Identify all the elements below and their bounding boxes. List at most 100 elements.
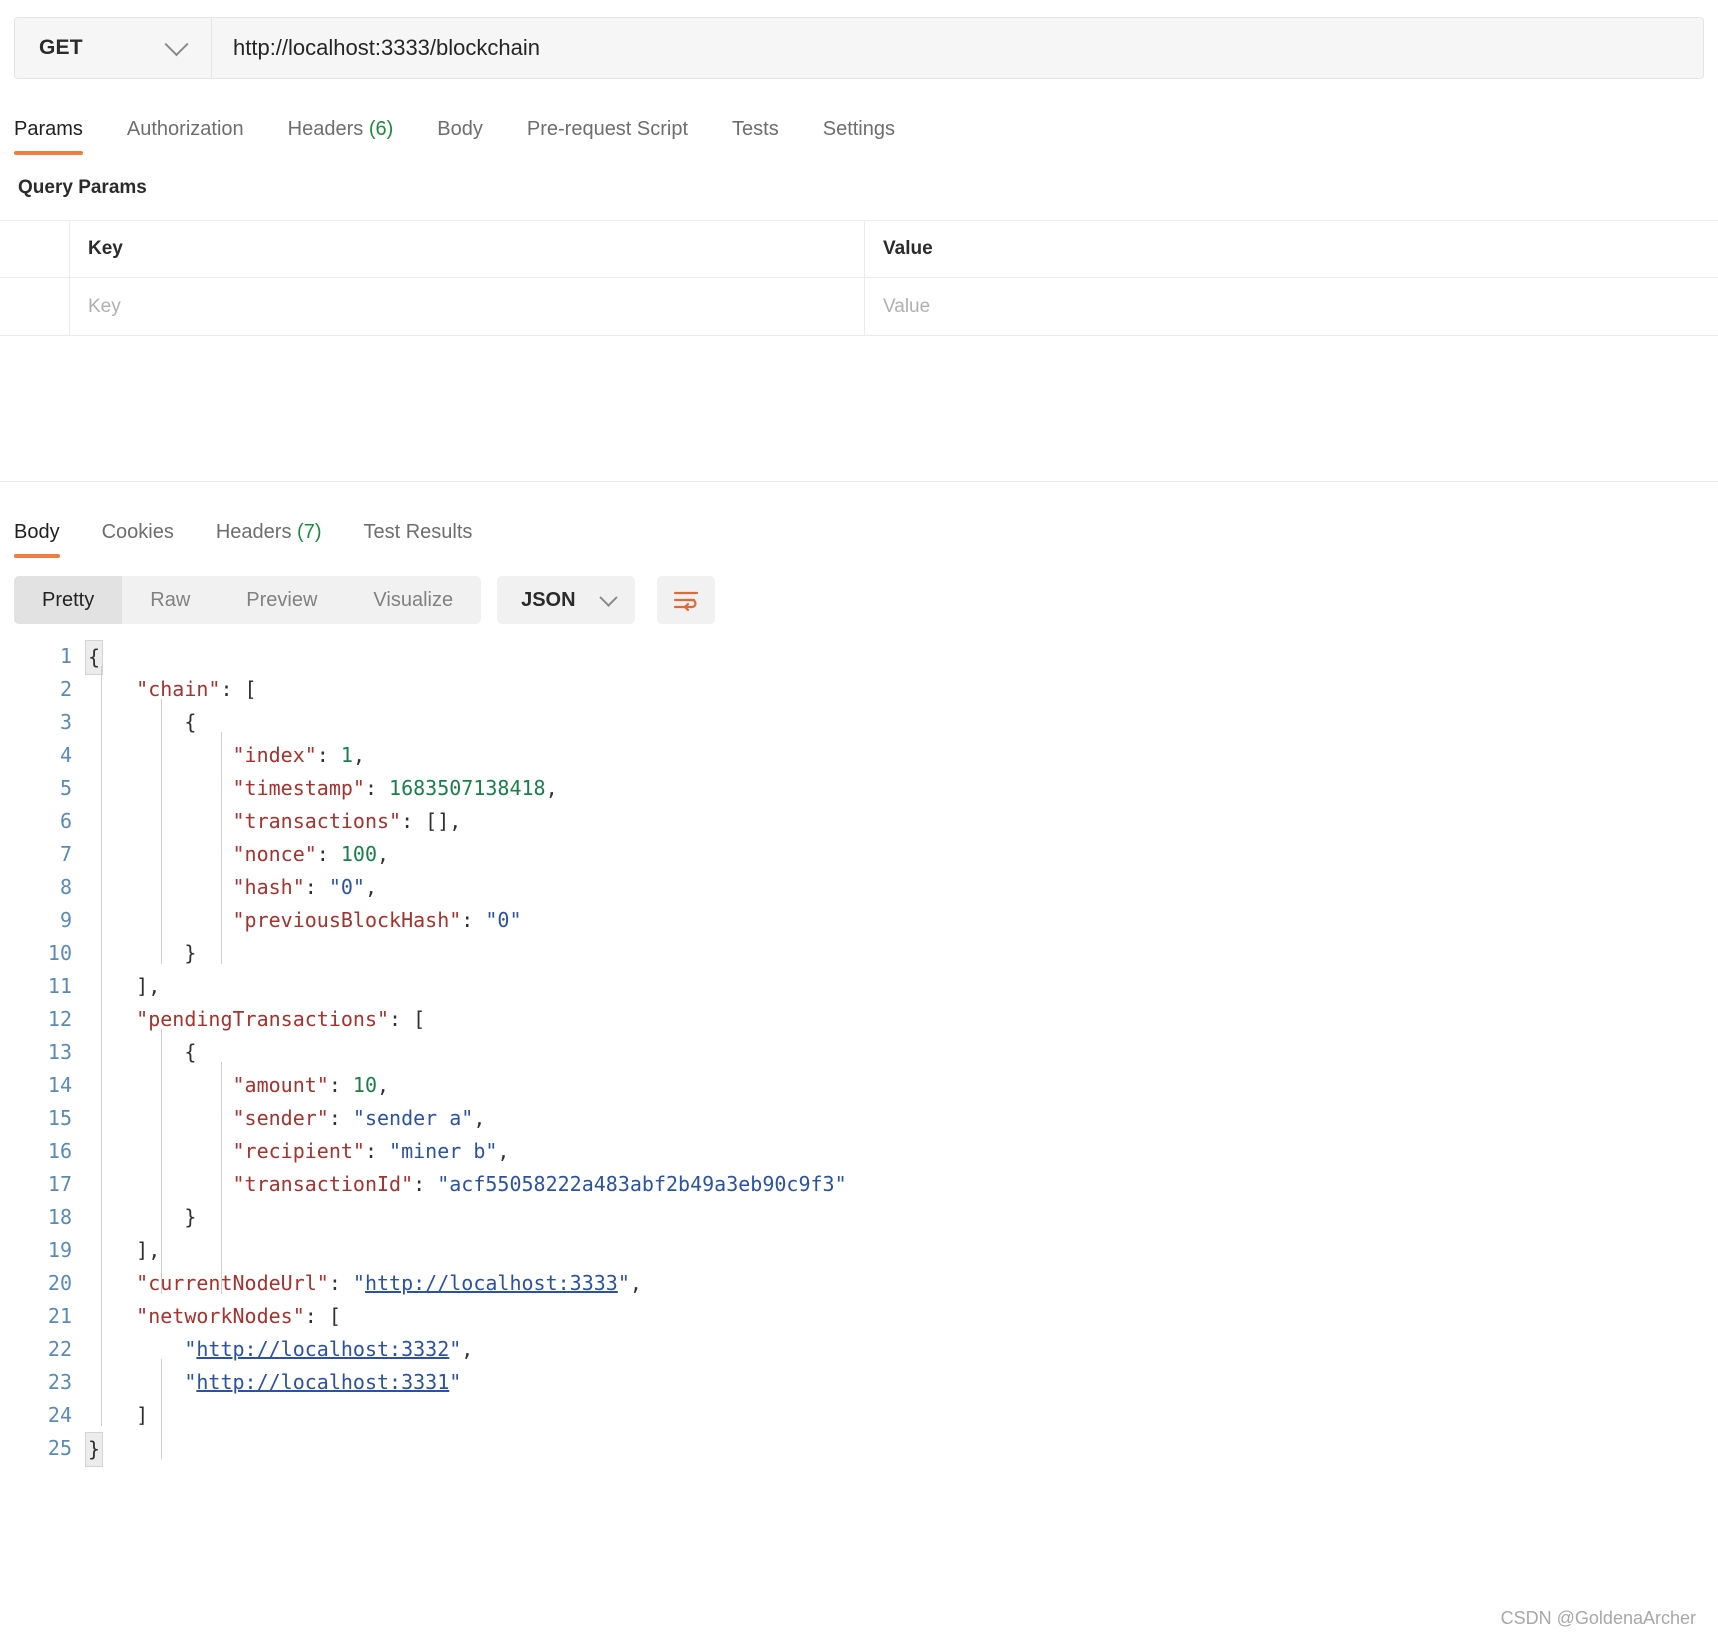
wrap-lines-icon (673, 591, 698, 612)
indent-guide (161, 1029, 162, 1294)
code-line: "chain": [ (136, 677, 257, 701)
view-mode-pretty-label: Pretty (42, 588, 95, 611)
watermark: CSDN @GoldenaArcher (1500, 1608, 1696, 1628)
wrap-lines-button[interactable] (656, 576, 715, 624)
view-mode-visualize-label: Visualize (373, 588, 454, 611)
line-number: 8 (59, 875, 72, 899)
code-line: "transactions": [], (232, 809, 462, 833)
tab-authorization[interactable]: Authorization (127, 118, 244, 155)
view-mode-pretty[interactable]: Pretty (14, 576, 123, 624)
tab-tests-label: Tests (732, 118, 779, 140)
code-line: "timestamp": 1683507138418, (232, 776, 558, 800)
code-line: } (88, 941, 197, 965)
tab-response-headers[interactable]: Headers (7) (216, 521, 322, 558)
response-format-select[interactable]: JSON (497, 576, 635, 624)
param-value-placeholder: Value (883, 295, 931, 317)
response-tabs: Body Cookies Headers (7) Test Results (0, 506, 1718, 558)
tab-cookies[interactable]: Cookies (102, 521, 174, 558)
line-number: 1 (59, 644, 72, 668)
code-line: ], (88, 1238, 161, 1262)
tab-response-headers-label: Headers (215, 521, 292, 543)
table-header-row: Key Value (0, 221, 1718, 278)
link-network-node-0[interactable]: http://localhost:3332 (196, 1337, 449, 1361)
indent-guide (161, 1359, 162, 1459)
code-line: "sender": "sender a", (232, 1106, 486, 1130)
code-line: { (85, 640, 1718, 675)
tab-headers[interactable]: Headers (6) (288, 118, 394, 155)
row-checkbox-cell[interactable] (0, 278, 70, 335)
tab-response-body-label: Body (14, 521, 60, 543)
line-number: 25 (47, 1436, 72, 1460)
param-value-input[interactable]: Value (865, 278, 1718, 335)
link-network-node-1[interactable]: http://localhost:3331 (196, 1370, 449, 1394)
line-number: 7 (59, 842, 72, 866)
tab-body-label: Body (437, 118, 483, 140)
line-number-gutter: 1 2 3 4 5 6 7 8 9 10 11 12 13 14 15 16 1… (14, 640, 88, 1465)
view-mode-segmented-control: Pretty Raw Preview Visualize (14, 576, 482, 624)
code-line: "index": 1, (232, 743, 365, 767)
line-number: 11 (47, 974, 72, 998)
code-line: } (88, 1205, 197, 1229)
column-header-key: Key (70, 221, 865, 277)
line-number: 16 (47, 1139, 72, 1163)
code-lines[interactable]: { "chain": [ { "index": 1, "timestamp": … (85, 640, 1718, 1467)
tab-pre-request-script-label: Pre-request Script (526, 118, 689, 140)
header-checkbox-cell (0, 221, 70, 277)
code-line: "http://localhost:3331" (184, 1370, 462, 1394)
tab-body[interactable]: Body (437, 118, 483, 155)
url-input[interactable]: http://localhost:3333/blockchain (212, 18, 1703, 78)
indent-guide (101, 666, 102, 1426)
code-line: "networkNodes": [ (136, 1304, 341, 1328)
response-view-toolbar: Pretty Raw Preview Visualize JSON (0, 574, 1718, 626)
line-number: 3 (59, 710, 72, 734)
response-format-label: JSON (521, 588, 576, 611)
http-method-label: GET (39, 36, 83, 59)
view-mode-preview[interactable]: Preview (218, 576, 345, 624)
line-number: 4 (59, 743, 72, 767)
response-body-code: 1 2 3 4 5 6 7 8 9 10 11 12 13 14 15 16 1… (0, 640, 1718, 1467)
query-params-title: Query Params (18, 177, 147, 198)
code-line: "hash": "0", (232, 875, 378, 899)
line-number: 17 (47, 1172, 72, 1196)
line-number: 5 (59, 776, 72, 800)
line-number: 2 (59, 677, 72, 701)
param-key-input[interactable]: Key (70, 278, 865, 335)
line-number: 21 (47, 1304, 72, 1328)
line-number: 6 (59, 809, 72, 833)
link-current-node-url[interactable]: http://localhost:3333 (365, 1271, 618, 1295)
code-line: "pendingTransactions": [ (136, 1007, 426, 1031)
tab-params-label: Params (14, 118, 83, 140)
request-pane-empty-space (0, 336, 1718, 482)
param-key-placeholder: Key (88, 295, 121, 317)
view-mode-raw[interactable]: Raw (122, 576, 218, 624)
tab-tests[interactable]: Tests (732, 118, 779, 155)
tab-headers-count: (6) (368, 118, 394, 140)
http-method-select[interactable]: GET (15, 18, 212, 78)
tab-response-headers-count: (7) (297, 521, 322, 543)
line-number: 23 (47, 1370, 72, 1394)
line-number: 18 (47, 1205, 72, 1229)
line-number: 24 (47, 1403, 72, 1427)
tab-test-results[interactable]: Test Results (363, 521, 472, 558)
view-mode-raw-label: Raw (150, 588, 191, 611)
request-url-bar: GET http://localhost:3333/blockchain (14, 17, 1704, 79)
tab-params[interactable]: Params (14, 118, 83, 155)
query-params-table: Key Value Key Value (0, 220, 1718, 336)
url-text: http://localhost:3333/blockchain (233, 35, 540, 60)
column-header-value: Value (883, 238, 933, 259)
tab-headers-label: Headers (287, 118, 364, 140)
line-number: 13 (47, 1040, 72, 1064)
tab-settings[interactable]: Settings (823, 118, 895, 155)
view-mode-visualize[interactable]: Visualize (345, 576, 481, 624)
chevron-down-icon (164, 31, 189, 56)
indent-guide (161, 699, 162, 964)
code-line: "nonce": 100, (232, 842, 390, 866)
tab-response-body[interactable]: Body (14, 521, 60, 558)
chevron-down-icon (598, 587, 618, 607)
code-line: "http://localhost:3332", (184, 1337, 474, 1361)
tab-pre-request-script[interactable]: Pre-request Script (527, 118, 688, 155)
line-number: 12 (47, 1007, 72, 1031)
code-line: "currentNodeUrl": "http://localhost:3333… (136, 1271, 642, 1295)
code-line: "recipient": "miner b", (232, 1139, 510, 1163)
table-row: Key Value (0, 278, 1718, 335)
